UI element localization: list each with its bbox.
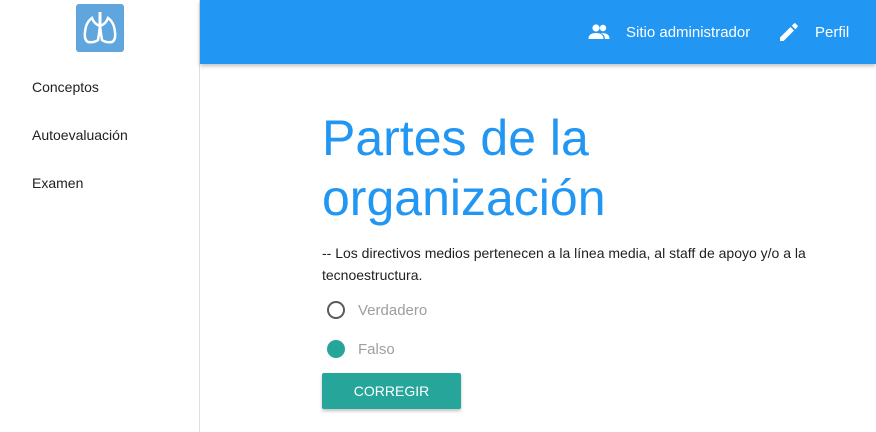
lungs-icon[interactable] <box>76 4 124 52</box>
question-text: -- Los directivos medios pertenecen a la… <box>322 245 806 283</box>
radio-checked[interactable] <box>327 340 345 358</box>
option-verdadero[interactable]: Verdadero <box>322 301 427 319</box>
sidebar-item-autoevaluacion[interactable]: Autoevaluación <box>32 127 128 143</box>
sidebar-item-examen[interactable]: Examen <box>32 175 83 191</box>
option-falso[interactable]: Falso <box>322 340 395 358</box>
top-app-bar: Sitio administrador Perfil <box>200 0 876 64</box>
pencil-icon <box>780 23 798 41</box>
sidebar: Conceptos Autoevaluación Examen <box>0 0 200 432</box>
radio-unchecked[interactable] <box>327 301 345 319</box>
admin-site-link[interactable]: Sitio administrador <box>588 0 750 64</box>
sidebar-item-conceptos[interactable]: Conceptos <box>32 79 99 95</box>
corregir-button[interactable]: CORREGIR <box>322 373 461 409</box>
option-label: Falso <box>358 340 395 358</box>
group-icon <box>588 24 610 39</box>
admin-site-label: Sitio administrador <box>626 23 751 41</box>
profile-link[interactable]: Perfil <box>779 0 849 64</box>
profile-label: Perfil <box>815 23 850 41</box>
page-title: Partes de la organización <box>322 110 606 226</box>
option-label: Verdadero <box>358 301 428 319</box>
